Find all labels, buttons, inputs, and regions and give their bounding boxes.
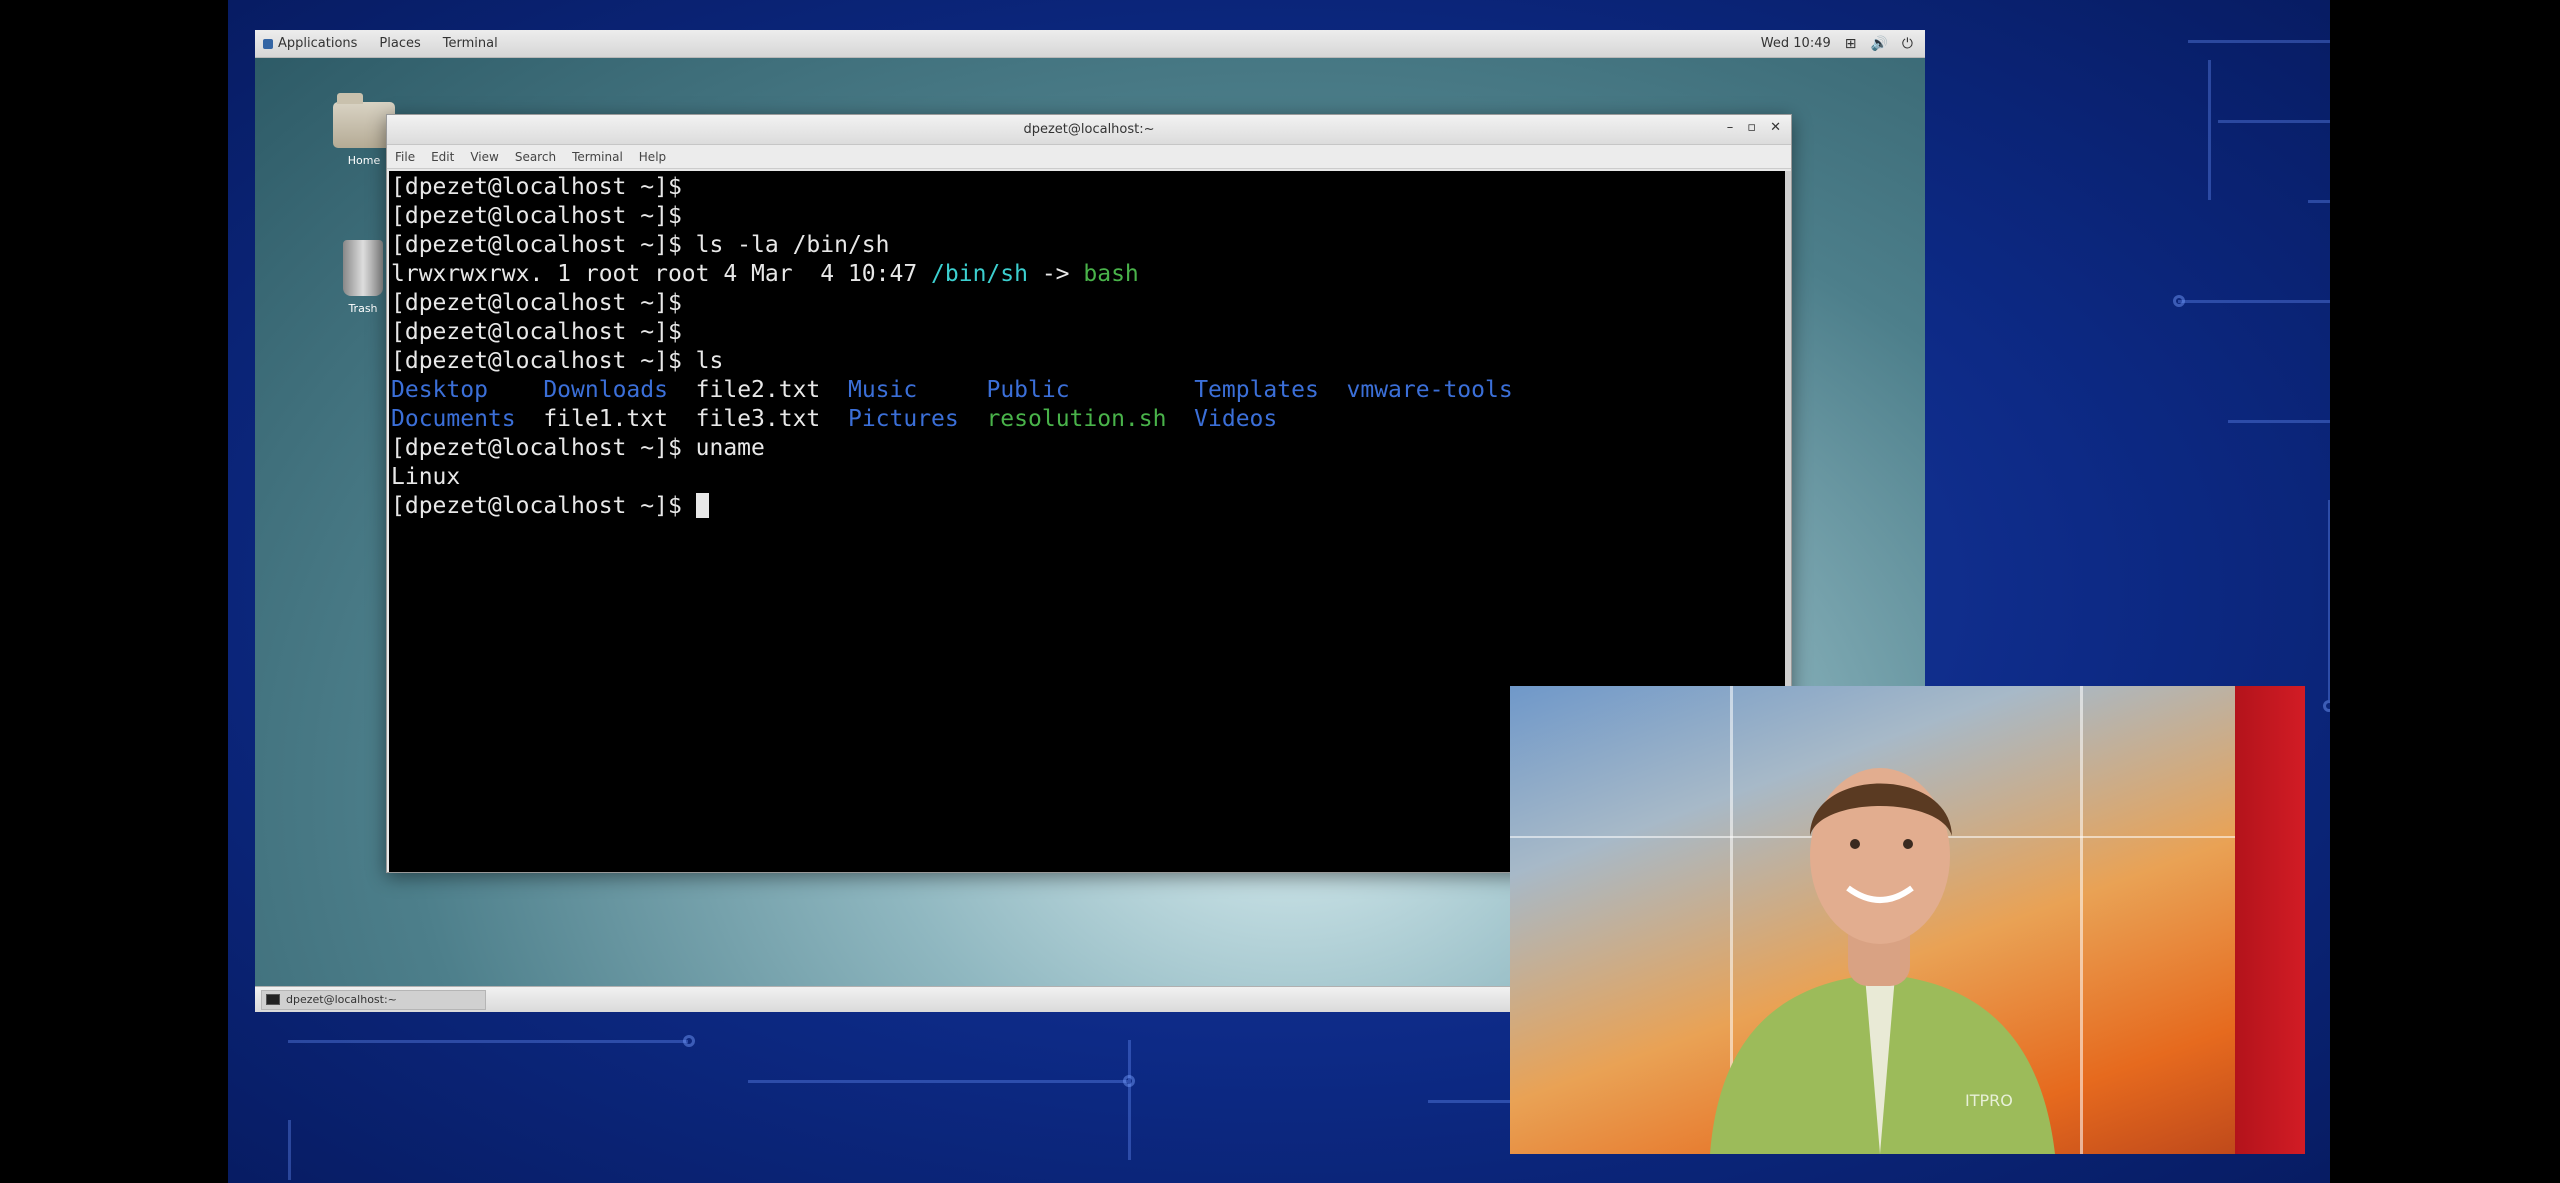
clock[interactable]: Wed 10:49 bbox=[1761, 36, 1831, 51]
terminal-text: vmware-tools bbox=[1346, 377, 1513, 403]
circuit-node bbox=[2323, 700, 2330, 712]
circuit-trace bbox=[2178, 300, 2330, 303]
terminal-cursor bbox=[695, 493, 709, 518]
terminal-text: [dpezet@localhost ~]$ bbox=[391, 203, 696, 229]
menu-search[interactable]: Search bbox=[515, 150, 556, 164]
applications-icon bbox=[263, 38, 273, 49]
terminal-line: [dpezet@localhost ~]$ bbox=[391, 173, 1783, 202]
circuit-node bbox=[2173, 295, 2185, 307]
circuit-trace bbox=[2208, 60, 2211, 200]
terminal-text: lrwxrwxrwx. 1 root root 4 Mar 4 10:47 bbox=[391, 261, 932, 287]
circuit-trace bbox=[288, 1040, 688, 1043]
desktop-icon-label: Trash bbox=[348, 302, 378, 315]
terminal-line: [dpezet@localhost ~]$ ls bbox=[391, 347, 1783, 376]
terminal-line: [dpezet@localhost ~]$ bbox=[391, 492, 1783, 521]
terminal-text: -> bbox=[1027, 261, 1084, 287]
circuit-node bbox=[683, 1035, 695, 1047]
places-menu[interactable]: Places bbox=[379, 36, 420, 51]
terminal-text: Documents bbox=[391, 406, 516, 432]
maximize-icon[interactable]: ▫ bbox=[1747, 120, 1756, 135]
terminal-line: [dpezet@localhost ~]$ bbox=[391, 202, 1783, 231]
taskbar-item-label: dpezet@localhost:~ bbox=[286, 993, 397, 1006]
menu-view[interactable]: View bbox=[470, 150, 498, 164]
terminal-icon bbox=[266, 994, 280, 1005]
circuit-trace bbox=[2228, 420, 2330, 423]
terminal-line: [dpezet@localhost ~]$ ls -la /bin/sh bbox=[391, 231, 1783, 260]
applications-menu[interactable]: Applications bbox=[263, 36, 357, 51]
terminal-line: Linux bbox=[391, 463, 1783, 492]
circuit-trace bbox=[1128, 1040, 1131, 1160]
set-red-panel bbox=[2235, 686, 2305, 1154]
circuit-trace bbox=[288, 1120, 291, 1180]
circuit-trace bbox=[2188, 40, 2330, 43]
terminal-text: [dpezet@localhost ~]$ bbox=[391, 290, 696, 316]
terminal-text: Pictures bbox=[847, 406, 959, 432]
circuit-trace bbox=[748, 1080, 1128, 1083]
menu-file[interactable]: File bbox=[395, 150, 415, 164]
volume-icon[interactable]: 🔊 bbox=[1870, 36, 1887, 52]
terminal-text: Linux bbox=[391, 464, 461, 490]
terminal-text: [dpezet@localhost ~]$ bbox=[391, 493, 696, 519]
circuit-trace bbox=[2328, 500, 2330, 700]
terminal-text: [dpezet@localhost ~]$ ls bbox=[391, 348, 724, 374]
desktop-icon-trash[interactable]: Trash bbox=[343, 240, 383, 315]
presenter-video: ITPRO bbox=[1510, 686, 2305, 1154]
presenter-figure: ITPRO bbox=[1710, 768, 2055, 1154]
menu-terminal[interactable]: Terminal bbox=[572, 150, 623, 164]
menu-edit[interactable]: Edit bbox=[431, 150, 454, 164]
terminal-menu[interactable]: Terminal bbox=[443, 36, 498, 51]
terminal-text: Music bbox=[847, 377, 918, 403]
circuit-node bbox=[1123, 1075, 1135, 1087]
terminal-line: Documents file1.txt file3.txt Pictures r… bbox=[391, 405, 1783, 434]
circuit-trace bbox=[2308, 200, 2330, 203]
terminal-line: [dpezet@localhost ~]$ bbox=[391, 318, 1783, 347]
terminal-text: Videos bbox=[1194, 406, 1278, 432]
shirt-logo: ITPRO bbox=[1965, 1091, 2013, 1110]
taskbar-item-terminal[interactable]: dpezet@localhost:~ bbox=[261, 989, 486, 1010]
terminal-line: Desktop Downloads file2.txt Music Public… bbox=[391, 376, 1783, 405]
terminal-text: Public bbox=[986, 377, 1070, 403]
terminal-text: file2.txt bbox=[667, 377, 848, 403]
terminal-text: resolution.sh bbox=[986, 406, 1167, 432]
terminal-line: [dpezet@localhost ~]$ bbox=[391, 289, 1783, 318]
terminal-text: [dpezet@localhost ~]$ uname bbox=[391, 435, 765, 461]
terminal-text: Downloads bbox=[543, 377, 668, 403]
terminal-text: Desktop bbox=[391, 377, 488, 403]
network-icon[interactable]: ⊞ bbox=[1845, 36, 1857, 52]
terminal-text: Templates bbox=[1194, 377, 1319, 403]
circuit-trace bbox=[2218, 120, 2330, 123]
close-icon[interactable]: ✕ bbox=[1770, 120, 1781, 135]
terminal-line: [dpezet@localhost ~]$ uname bbox=[391, 434, 1783, 463]
window-titlebar[interactable]: dpezet@localhost:~ – ▫ ✕ bbox=[387, 115, 1791, 145]
terminal-text: [dpezet@localhost ~]$ bbox=[391, 174, 696, 200]
terminal-text: bash bbox=[1083, 261, 1139, 287]
power-icon[interactable]: ⏻ bbox=[1902, 36, 1913, 52]
terminal-text: file1.txt file3.txt bbox=[515, 406, 848, 432]
terminal-text: [dpezet@localhost ~]$ bbox=[391, 319, 696, 345]
gnome-top-bar: Applications Places Terminal Wed 10:49 ⊞… bbox=[255, 30, 1925, 58]
menu-help[interactable]: Help bbox=[639, 150, 666, 164]
minimize-icon[interactable]: – bbox=[1727, 120, 1734, 135]
trash-icon bbox=[343, 240, 383, 296]
window-title: dpezet@localhost:~ bbox=[1023, 122, 1155, 137]
terminal-line: lrwxrwxrwx. 1 root root 4 Mar 4 10:47 /b… bbox=[391, 260, 1783, 289]
terminal-menubar: File Edit View Search Terminal Help bbox=[387, 145, 1791, 169]
terminal-text: /bin/sh bbox=[931, 261, 1028, 287]
terminal-text: [dpezet@localhost ~]$ ls -la /bin/sh bbox=[391, 232, 890, 258]
